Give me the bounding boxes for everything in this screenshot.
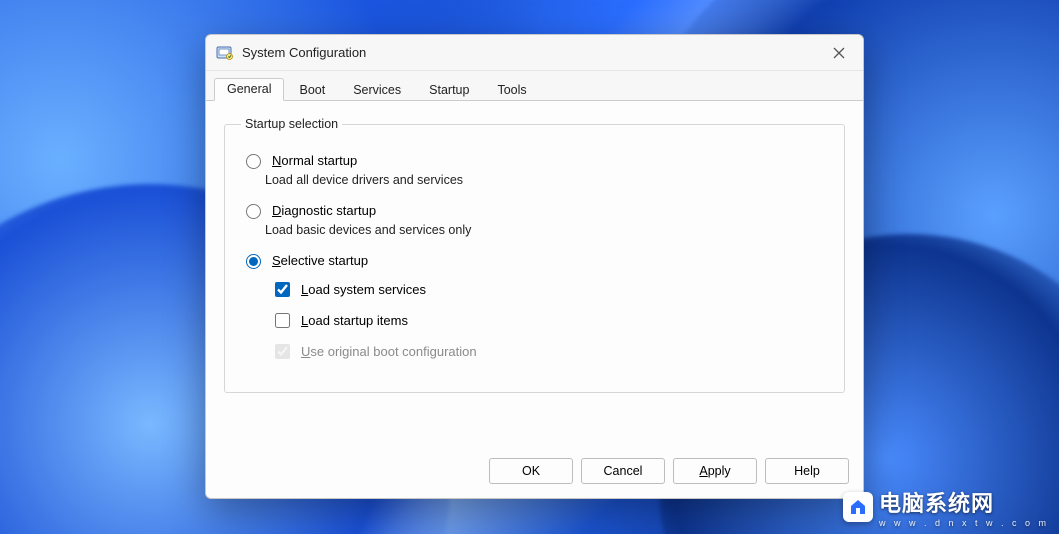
tab-boot[interactable]: Boot (286, 79, 338, 101)
label-load-startup-items[interactable]: Load startup items (301, 313, 408, 328)
tabstrip: General Boot Services Startup Tools (206, 71, 863, 101)
watermark-text: 电脑系统网 (879, 491, 994, 516)
tab-services[interactable]: Services (340, 79, 414, 101)
msconfig-icon (216, 44, 234, 62)
checkbox-use-original-boot (275, 344, 290, 359)
checkbox-load-system-services[interactable] (275, 282, 290, 297)
tab-tools[interactable]: Tools (484, 79, 539, 101)
label-load-system-services[interactable]: Load system services (301, 282, 426, 297)
apply-button[interactable]: Apply (673, 458, 757, 484)
checkbox-load-startup-items[interactable] (275, 313, 290, 328)
dialog-footer: OK Cancel Apply Help (206, 448, 863, 498)
radio-selective-startup[interactable] (246, 254, 261, 269)
titlebar: System Configuration (206, 35, 863, 71)
label-normal-startup[interactable]: NNormal startupormal startup (272, 153, 357, 168)
watermark-icon (843, 492, 873, 522)
radio-diagnostic-startup[interactable] (246, 204, 261, 219)
tab-general[interactable]: General (214, 78, 284, 101)
system-configuration-window: System Configuration General Boot Servic… (205, 34, 864, 499)
window-title: System Configuration (242, 45, 819, 60)
radio-normal-startup[interactable] (246, 154, 261, 169)
cancel-button[interactable]: Cancel (581, 458, 665, 484)
close-icon (833, 47, 845, 59)
ok-button[interactable]: OK (489, 458, 573, 484)
label-diagnostic-startup[interactable]: Diagnostic startup (272, 203, 376, 218)
tab-startup[interactable]: Startup (416, 79, 482, 101)
tab-panel-general: Startup selection NNormal startupormal s… (206, 101, 863, 448)
startup-selection-group: Startup selection NNormal startupormal s… (224, 117, 845, 393)
desc-diagnostic-startup: Load basic devices and services only (265, 223, 828, 237)
close-button[interactable] (819, 37, 859, 69)
desc-normal-startup: Load all device drivers and services (265, 173, 828, 187)
label-selective-startup[interactable]: Selective startup (272, 253, 368, 268)
group-legend: Startup selection (241, 117, 342, 131)
label-use-original-boot: Use original boot configuration (301, 344, 477, 359)
watermark: 电脑系统网 w w w . d n x t w . c o m (843, 486, 1049, 528)
watermark-url: w w w . d n x t w . c o m (879, 518, 1049, 528)
help-button[interactable]: Help (765, 458, 849, 484)
